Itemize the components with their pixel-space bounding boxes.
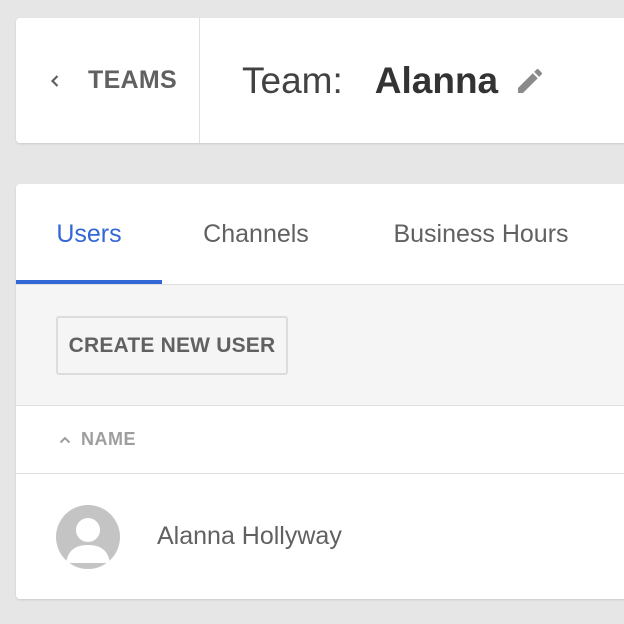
- chevron-up-icon: [59, 436, 71, 443]
- page-title: Team: Alanna: [242, 18, 546, 143]
- back-label: TEAMS: [88, 66, 177, 94]
- tab-business-hours[interactable]: Business Hours: [386, 184, 576, 284]
- tab-channels[interactable]: Channels: [182, 184, 330, 284]
- team-header: TEAMS Team: Alanna: [16, 18, 624, 143]
- user-name: Alanna Hollyway: [157, 522, 342, 550]
- create-new-user-button[interactable]: CREATE NEW USER: [56, 316, 288, 375]
- table-row[interactable]: Alanna Hollyway: [16, 474, 624, 599]
- team-prefix: Team:: [242, 59, 343, 101]
- edit-icon[interactable]: [514, 65, 546, 97]
- avatar: [56, 504, 120, 569]
- chevron-left-icon: [50, 74, 59, 87]
- active-tab-indicator: [16, 280, 162, 284]
- name-column-header[interactable]: NAME: [16, 406, 624, 474]
- column-label: NAME: [81, 429, 136, 449]
- tab-users[interactable]: Users: [16, 184, 162, 284]
- tab-bar: Users Channels Business Hours: [16, 184, 624, 285]
- users-panel: Users Channels Business Hours CREATE NEW…: [16, 184, 624, 599]
- back-to-teams-button[interactable]: TEAMS: [16, 18, 200, 143]
- toolbar: CREATE NEW USER: [16, 285, 624, 406]
- team-name: Alanna: [374, 59, 499, 101]
